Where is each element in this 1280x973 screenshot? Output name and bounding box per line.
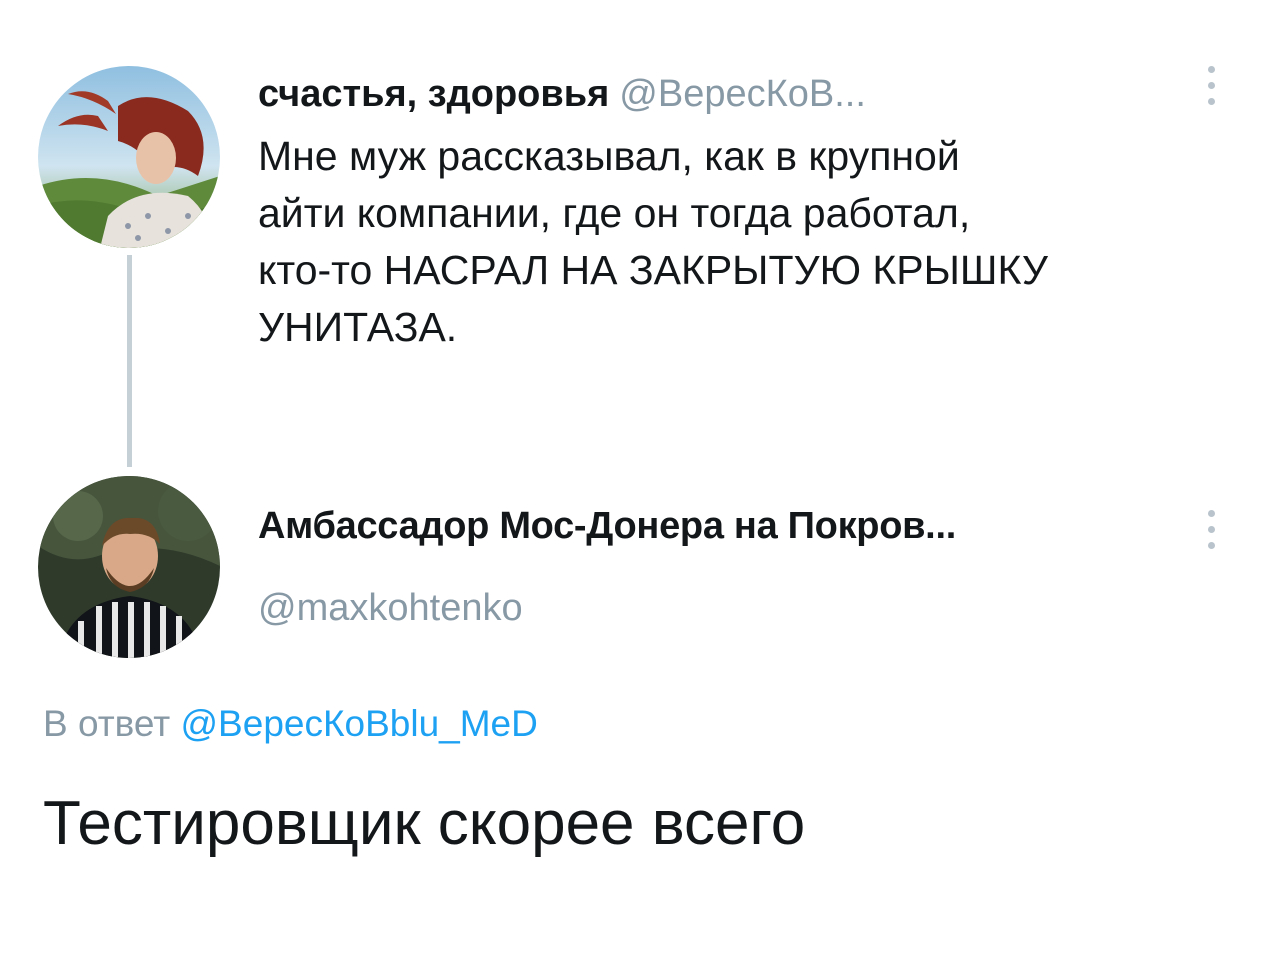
tweet-text-line: Мне муж рассказывал, как в крупной — [258, 133, 960, 179]
tweet-text-line: УНИТАЗА. — [258, 304, 458, 350]
reply-to-handle-link[interactable]: @ВересКоВblu_MeD — [181, 703, 538, 744]
tweet1-text: Мне муж рассказывал, как в крупной айти … — [258, 128, 1218, 356]
more-vertical-icon[interactable] — [1205, 66, 1217, 105]
avatar[interactable] — [38, 476, 220, 658]
reply-to-label: В ответ — [43, 703, 171, 744]
more-vertical-icon[interactable] — [1205, 510, 1217, 549]
tweet2-text: Тестировщик скорее всего — [43, 789, 806, 858]
author-name[interactable]: Амбассадор Мос-Донера на Покров... — [258, 502, 956, 550]
tweet-text-line: кто-то НАСРАЛ НА ЗАКРЫТУЮ КРЫШКУ — [258, 247, 1048, 293]
thread-connector-line — [127, 255, 132, 467]
author-handle[interactable]: @ВересКоВ... — [619, 73, 866, 115]
tweet-text-line: айти компании, где он тогда работал, — [258, 190, 971, 236]
avatar-man-striped-shirt-icon — [38, 476, 220, 658]
tweet1-header: счастья, здоровья @ВересКоВ... — [258, 70, 866, 118]
author-handle[interactable]: @maxkohtenko — [258, 584, 523, 632]
avatar-woman-red-hair-icon — [38, 66, 220, 248]
avatar[interactable] — [38, 66, 220, 248]
reply-to-line: В ответ @ВересКоВblu_MeD — [43, 700, 538, 748]
author-name[interactable]: счастья, здоровья — [258, 73, 609, 115]
